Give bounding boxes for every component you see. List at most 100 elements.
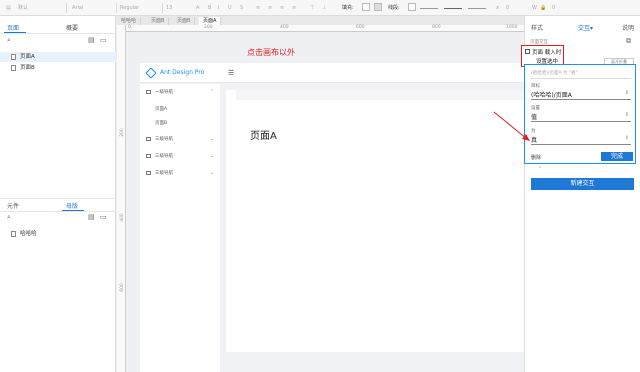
chevron-down-icon: ⌄ — [210, 153, 215, 159]
ruler-tick: 0 — [128, 25, 131, 30]
app-logo-text: Ant Design Pro — [160, 69, 205, 76]
add-master-icon[interactable]: ▤ — [88, 214, 95, 221]
x-input[interactable]: 0 — [506, 3, 509, 13]
valign-top-icon[interactable]: ⊤ — [310, 3, 314, 13]
master-item[interactable]: 哈哈哈 — [0, 229, 116, 239]
set-label: 设置 — [531, 106, 540, 111]
fill-color-swatch[interactable] — [362, 3, 370, 11]
to-select[interactable]: 真 — [531, 135, 537, 144]
done-button[interactable]: 完成 — [601, 152, 633, 161]
font-weight-select[interactable]: Regular — [120, 3, 139, 13]
tab-notes[interactable]: 说明 — [622, 23, 634, 32]
chevron-down-icon: ⌄ — [210, 136, 215, 142]
field-underline — [531, 121, 631, 122]
valign-middle-icon[interactable]: ⊥ — [322, 3, 326, 13]
w-input[interactable]: 0 — [552, 3, 555, 13]
field-underline — [531, 99, 631, 100]
font-size-select[interactable]: 13 — [166, 3, 172, 13]
divider — [0, 211, 116, 212]
nav-subitem[interactable]: 页面B — [155, 120, 167, 126]
style-default-select[interactable]: 默认 — [18, 3, 28, 13]
page-item[interactable]: 页面A — [0, 52, 116, 62]
ruler-tick: 800 — [432, 25, 441, 30]
strike-icon[interactable]: S — [240, 3, 243, 13]
align-justify-icon[interactable]: ≡ — [292, 3, 296, 13]
master-icon — [11, 231, 16, 237]
divider — [0, 198, 116, 199]
add-folder-icon[interactable]: ▭ — [100, 214, 107, 221]
chevron-updown-icon: ⇕ — [624, 135, 629, 141]
nav-subitem[interactable]: 页面A — [155, 106, 167, 112]
search-icon[interactable]: ⌕ — [7, 37, 11, 44]
top-toolbar: ▤ 默认 Arial Regular 13 A B I U S ≡ ≡ ≡ ≡ … — [0, 0, 640, 16]
doc-tab-active[interactable]: 页面A — [199, 17, 222, 25]
ruler-tick: 200 — [204, 25, 213, 30]
stroke-arrow-select[interactable] — [468, 8, 486, 9]
ruler-tick: 600 — [356, 25, 365, 30]
doc-tab[interactable]: 页面B — [147, 17, 170, 25]
ruler-top: 0 200 400 600 800 1000 — [126, 25, 524, 32]
text-color-icon[interactable]: A — [196, 3, 199, 13]
caret-down-icon: ▾ — [590, 25, 594, 32]
ruler-tick: 600 — [119, 283, 125, 292]
add-folder-icon[interactable]: ▭ — [100, 37, 107, 44]
chevron-up-icon[interactable]: ⌃ — [538, 166, 542, 172]
delete-button[interactable]: 删除 — [531, 154, 541, 161]
shadow-swatch[interactable] — [374, 3, 382, 11]
set-select[interactable]: 值 — [531, 112, 537, 121]
event-title: 页面 载入时 — [532, 50, 562, 56]
tab-style[interactable]: 样式 — [531, 23, 543, 32]
tab-pages[interactable]: 页面 — [7, 23, 19, 32]
ruler-tick: 400 — [280, 25, 289, 30]
ruler-tick: 200 — [119, 128, 125, 137]
italic-icon[interactable]: I — [218, 3, 219, 13]
page-item[interactable]: 页面B — [0, 63, 116, 73]
document-tabs: 哈哈哈 页面B 页面B 页面A — [117, 16, 524, 25]
tab-interaction[interactable]: 交互▾ — [578, 23, 593, 32]
nav-item[interactable]: 三级导航 — [155, 136, 173, 142]
event-icon — [525, 49, 530, 54]
master-label: 哈哈哈 — [20, 231, 37, 237]
chevron-up-icon: ⌃ — [210, 89, 215, 95]
style-icon[interactable]: ▤ — [6, 3, 11, 13]
tab-masters[interactable]: 母版 — [66, 201, 78, 210]
align-center-icon[interactable]: ≡ — [268, 3, 272, 13]
divider — [116, 3, 117, 13]
menu-fold-icon[interactable]: ☰ — [228, 69, 234, 77]
nav-item[interactable]: 一级导航 — [155, 89, 173, 95]
tab-outline[interactable]: 概要 — [66, 23, 78, 32]
divider — [162, 3, 163, 13]
edit-interaction-icon[interactable]: ⧉ — [626, 38, 631, 45]
stroke-width-select[interactable] — [420, 8, 438, 9]
nav-icon — [146, 171, 151, 175]
page-title: 页面A — [250, 131, 277, 142]
app-content-header — [236, 90, 524, 100]
target-label: 目标 — [531, 84, 540, 89]
stroke-color-swatch[interactable] — [408, 3, 416, 11]
align-left-icon[interactable]: ≡ — [256, 3, 260, 13]
page-icon — [11, 65, 16, 71]
doc-tab[interactable]: 页面B — [173, 17, 196, 25]
nav-item[interactable]: 三级导航 — [155, 153, 173, 159]
add-page-icon[interactable]: ▤ — [88, 37, 95, 44]
search-icon[interactable]: ⌕ — [7, 214, 11, 221]
new-interaction-button[interactable]: 新建交互 — [531, 178, 634, 190]
tab-widgets[interactable]: 元件 — [7, 201, 19, 210]
left-panel: 页面 概要 ⌕ ▤ ▭ 页面A 页面B 元件 母版 ⌕ ▤ ▭ 哈哈哈 — [0, 16, 116, 372]
divider — [66, 3, 67, 13]
fill-label: 填充: — [342, 5, 354, 11]
underline-icon[interactable]: U — [228, 3, 232, 13]
x-label: x — [496, 5, 499, 11]
font-family-select[interactable]: Arial — [72, 3, 83, 13]
doc-tab[interactable]: 哈哈哈 — [117, 17, 142, 25]
ruler-tick: 1000 — [506, 25, 518, 30]
lock-icon[interactable]: 🔒 — [540, 3, 546, 13]
nav-item[interactable]: 三级导航 — [155, 170, 173, 176]
target-select[interactable]: (哈哈哈)/页面A — [531, 90, 572, 99]
bold-icon[interactable]: B — [208, 3, 211, 13]
align-right-icon[interactable]: ≡ — [280, 3, 284, 13]
w-label: W — [532, 5, 537, 11]
to-label: 为 — [531, 129, 536, 134]
stroke-style-select[interactable] — [444, 8, 462, 9]
field-underline — [531, 144, 631, 145]
